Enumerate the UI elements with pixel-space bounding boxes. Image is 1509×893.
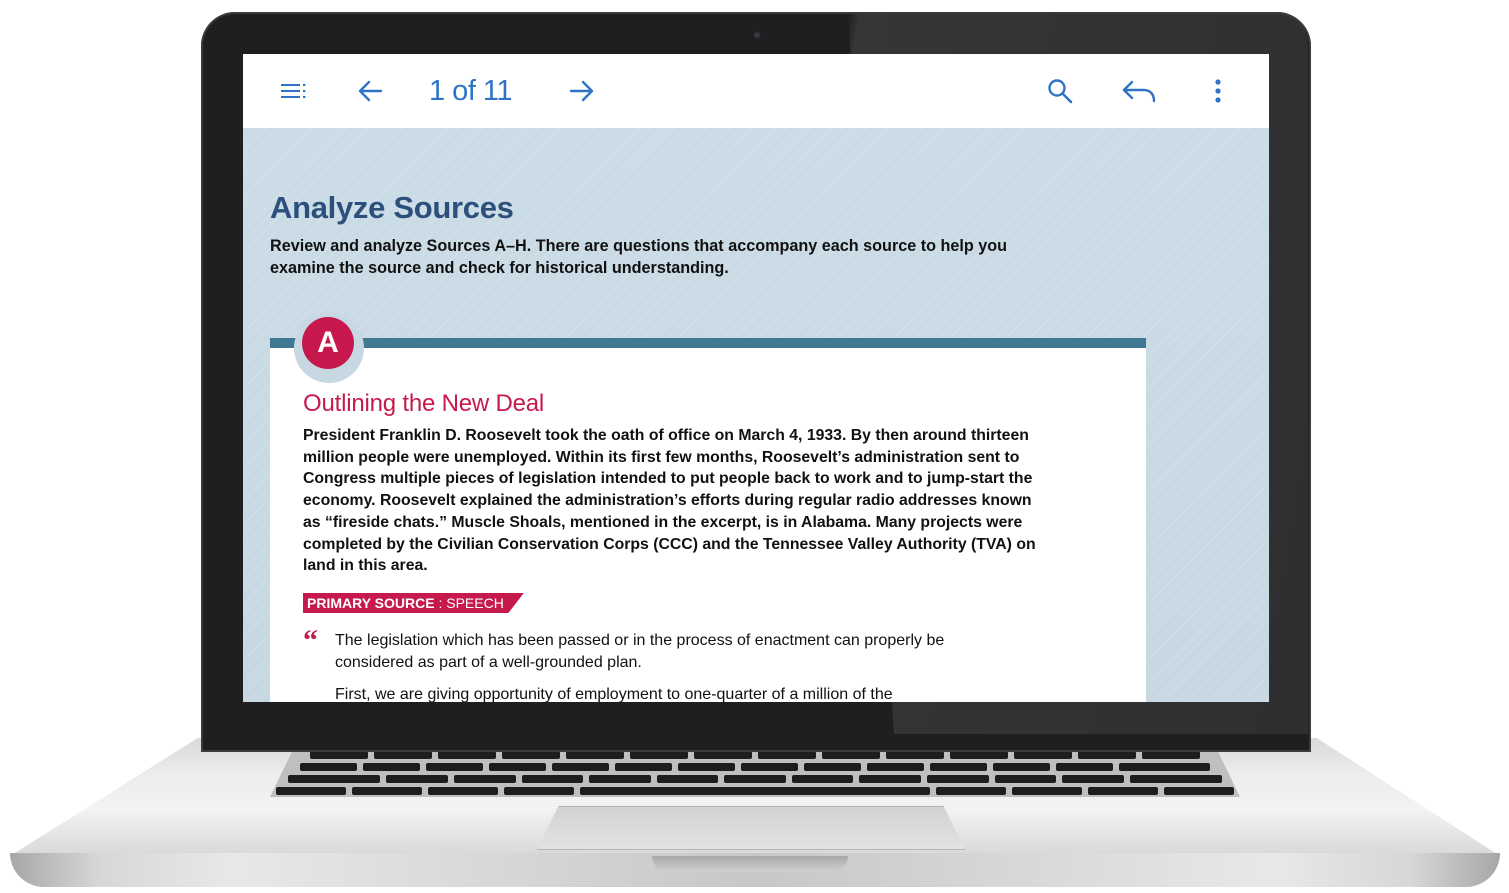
tag-separator: : <box>434 595 447 611</box>
source-badge: A <box>302 317 354 369</box>
quote-paragraph-2: First, we are giving opportunity of empl… <box>335 686 893 702</box>
source-title: Outlining the New Deal <box>303 390 545 417</box>
screen: 1 of 11 Analyze Sources Review and analy… <box>243 54 1269 702</box>
source-card-bar <box>270 338 1146 348</box>
menu-icon <box>281 83 307 99</box>
search-icon <box>1047 78 1073 104</box>
reader-toolbar: 1 of 11 <box>243 54 1269 128</box>
page-content: Analyze Sources Review and analyze Sourc… <box>243 128 1269 702</box>
reply-icon <box>1122 79 1156 103</box>
laptop-notch <box>652 856 848 872</box>
trackpad <box>537 806 965 850</box>
quote-paragraph: The legislation which has been passed or… <box>335 632 945 671</box>
search-button[interactable] <box>1043 54 1077 128</box>
keyboard <box>270 747 1240 797</box>
next-page-button[interactable] <box>565 54 599 128</box>
more-options-button[interactable] <box>1205 54 1231 128</box>
menu-button[interactable] <box>277 54 311 128</box>
previous-page-button[interactable] <box>353 54 387 128</box>
page-indicator: 1 of 11 <box>429 75 513 107</box>
source-description: President Franklin D. Roosevelt took the… <box>303 427 1036 575</box>
tag-type: PRIMARY SOURCE <box>307 595 435 611</box>
camera-icon <box>753 31 761 39</box>
section-intro: Review and analyze Sources A–H. There ar… <box>270 237 1008 277</box>
arrow-right-icon <box>569 80 595 102</box>
quote-mark-icon: “ <box>303 624 318 657</box>
more-vert-icon <box>1214 79 1222 103</box>
source-type-tag: PRIMARY SOURCE : SPEECH <box>303 593 524 613</box>
arrow-left-icon <box>357 80 383 102</box>
tag-kind: SPEECH <box>446 595 504 611</box>
page-title: Analyze Sources <box>270 190 514 225</box>
back-button[interactable] <box>1121 54 1157 128</box>
